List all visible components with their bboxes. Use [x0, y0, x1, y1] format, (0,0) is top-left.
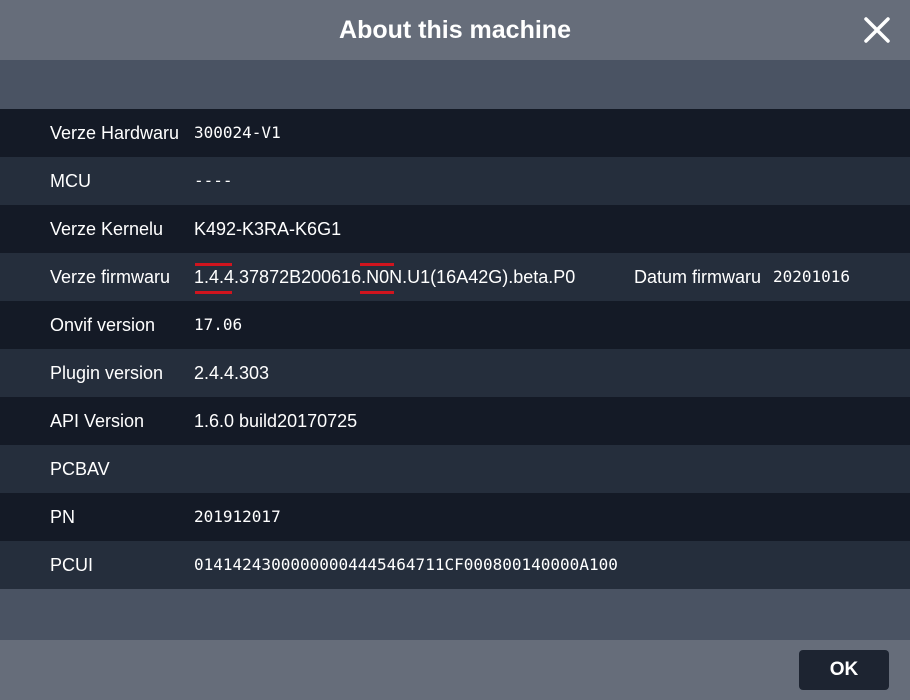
info-row-mcu: MCU ---- — [0, 157, 910, 205]
close-icon — [864, 17, 890, 43]
row-label: PN — [50, 507, 76, 527]
row-label: Verze Hardwaru — [50, 123, 180, 143]
about-dialog: About this machine Verze Hardwaru 300024… — [0, 0, 910, 700]
row-extra-value: 20201016 — [773, 267, 851, 286]
info-row-plugin: Plugin version 2.4.4.303 — [0, 349, 910, 397]
dialog-titlebar: About this machine — [0, 0, 910, 60]
highlight-mark — [360, 263, 394, 266]
highlight-mark — [360, 291, 394, 294]
row-label: MCU — [50, 171, 91, 191]
row-value: 01414243000000004445464711CF000800140000… — [194, 555, 618, 574]
info-row-firmware: Verze firmwaru 1.4.4.37872B200616.N0N.U1… — [0, 253, 910, 301]
row-value: ---- — [194, 171, 233, 190]
row-label: PCUI — [50, 555, 94, 575]
row-value: 2.4.4.303 — [194, 363, 270, 383]
info-row-pcbav: PCBAV — [0, 445, 910, 493]
row-value: 17.06 — [194, 315, 243, 334]
row-value: 300024-V1 — [194, 123, 281, 142]
row-value: K492-K3RA-K6G1 — [194, 219, 342, 239]
dialog-title: About this machine — [339, 16, 571, 44]
row-label: Verze Kernelu — [50, 219, 164, 239]
info-row-hardware: Verze Hardwaru 300024-V1 — [0, 109, 910, 157]
highlight-mark — [195, 263, 232, 266]
info-row-pcui: PCUI 01414243000000004445464711CF0008001… — [0, 541, 910, 589]
ok-button[interactable]: OK — [799, 650, 889, 690]
row-label: PCBAV — [50, 459, 110, 479]
row-value: 201912017 — [194, 507, 281, 526]
info-row-kernel: Verze Kernelu K492-K3RA-K6G1 — [0, 205, 910, 253]
info-row-onvif: Onvif version 17.06 — [0, 301, 910, 349]
row-label: Onvif version — [50, 315, 156, 335]
row-label: Verze firmwaru — [50, 267, 171, 287]
row-value: 1.6.0 build20170725 — [194, 411, 358, 431]
row-extra-label: Datum firmwaru — [634, 267, 762, 287]
info-row-pn: PN 201912017 — [0, 493, 910, 541]
info-row-api: API Version 1.6.0 build20170725 — [0, 397, 910, 445]
highlight-mark — [195, 291, 232, 294]
info-table: Verze Hardwaru 300024-V1 MCU ---- Verze … — [0, 109, 910, 589]
dialog-footer — [0, 640, 910, 700]
row-label: API Version — [50, 411, 145, 431]
row-label: Plugin version — [50, 363, 164, 383]
close-button[interactable] — [861, 14, 893, 46]
